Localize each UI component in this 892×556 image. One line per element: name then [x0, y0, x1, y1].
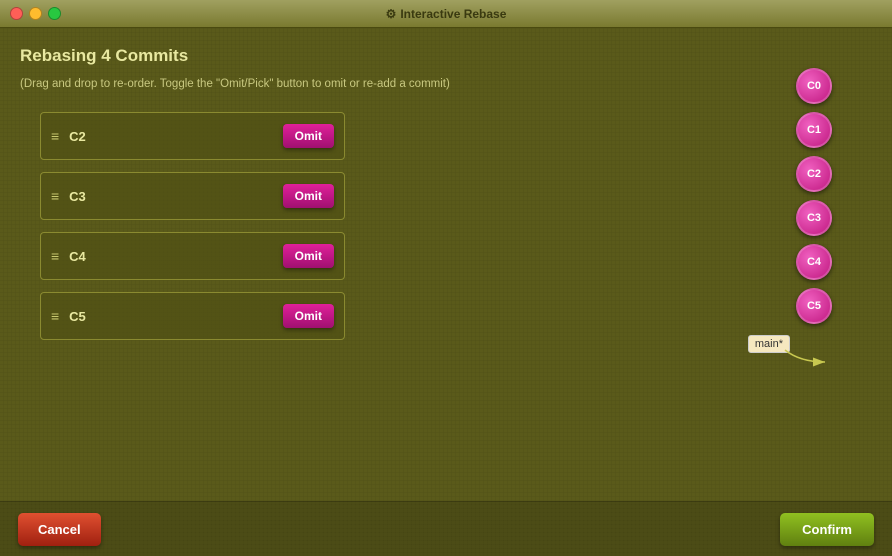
table-row: ≡ C2 Omit	[40, 112, 345, 160]
commit-id-label: C2	[69, 129, 272, 144]
title-bar: ⚙ Interactive Rebase	[0, 0, 892, 28]
maximize-button[interactable]	[48, 7, 61, 20]
drag-handle-icon[interactable]: ≡	[51, 308, 59, 324]
branch-label: main*	[748, 335, 790, 353]
commits-list: ≡ C2 Omit ≡ C3 Omit ≡ C4 Omit ≡ C5 Omit	[40, 112, 872, 340]
circle-c2: C2	[796, 156, 832, 192]
drag-handle-icon[interactable]: ≡	[51, 128, 59, 144]
window-controls	[10, 7, 61, 20]
circle-c0: C0	[796, 68, 832, 104]
bottom-bar: Cancel Confirm	[0, 501, 892, 556]
gear-icon: ⚙	[386, 7, 397, 21]
circle-c3: C3	[796, 200, 832, 236]
drag-handle-icon[interactable]: ≡	[51, 188, 59, 204]
cancel-button[interactable]: Cancel	[18, 513, 101, 546]
instruction-text: (Drag and drop to re-order. Toggle the "…	[20, 78, 872, 90]
circle-c4: C4	[796, 244, 832, 280]
omit-button-c4[interactable]: Omit	[283, 244, 334, 268]
window-title: ⚙ Interactive Rebase	[386, 7, 507, 21]
commit-id-label: C3	[69, 189, 272, 204]
drag-handle-icon[interactable]: ≡	[51, 248, 59, 264]
circle-c5: C5	[796, 288, 832, 324]
circle-c1: C1	[796, 112, 832, 148]
commit-id-label: C4	[69, 249, 272, 264]
page-heading: Rebasing 4 Commits	[20, 46, 872, 66]
commit-circles: C0 C1 C2 C3 C4 C5	[796, 68, 832, 324]
table-row: ≡ C4 Omit	[40, 232, 345, 280]
commit-id-label: C5	[69, 309, 272, 324]
close-button[interactable]	[10, 7, 23, 20]
omit-button-c2[interactable]: Omit	[283, 124, 334, 148]
main-content: Rebasing 4 Commits (Drag and drop to re-…	[0, 28, 892, 556]
confirm-button[interactable]: Confirm	[780, 513, 874, 546]
omit-button-c5[interactable]: Omit	[283, 304, 334, 328]
omit-button-c3[interactable]: Omit	[283, 184, 334, 208]
minimize-button[interactable]	[29, 7, 42, 20]
table-row: ≡ C3 Omit	[40, 172, 345, 220]
table-row: ≡ C5 Omit	[40, 292, 345, 340]
